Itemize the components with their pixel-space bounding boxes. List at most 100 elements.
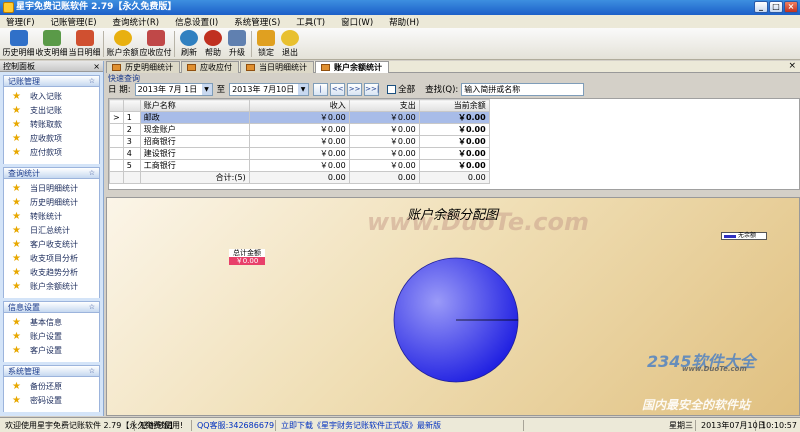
upgrade-button[interactable]: 升级 (225, 28, 249, 60)
nav-password-settings[interactable]: ★ 密码设置 (4, 394, 99, 408)
table-row[interactable]: > 1 邮政 ￥0.00 ￥0.00 ￥0.00 (109, 111, 490, 124)
star-icon: ★ (12, 331, 21, 342)
nav-receivables[interactable]: ★ 应收款项 (4, 132, 99, 146)
group-query-title[interactable]: 查询统计 ☆ (3, 167, 100, 179)
next-period-button[interactable]: >> (347, 82, 363, 96)
nav-customer-stats[interactable]: ★ 客户收支统计 (4, 238, 99, 252)
control-panel-header: 控制面板 × (0, 61, 103, 72)
table-row[interactable]: 5 工商银行 ￥0.00 ￥0.00 ￥0.00 (109, 159, 490, 172)
maximize-button[interactable]: □ (769, 1, 783, 13)
star-icon: ★ (12, 281, 21, 292)
last-period-button[interactable]: >>| (364, 82, 379, 96)
star-icon: ★ (12, 225, 21, 236)
date-to-picker[interactable]: 2013年 7月10日 ▼ (229, 82, 310, 96)
lock-button[interactable]: 锁定 (254, 28, 278, 60)
col-expense[interactable]: 支出 (348, 99, 420, 112)
nav-income-entry[interactable]: ★ 收入记账 (4, 90, 99, 104)
total-balance: 0.00 (418, 171, 490, 184)
nav-transfer[interactable]: ★ 转账取款 (4, 118, 99, 132)
tab-icon (112, 64, 121, 71)
dropdown-arrow-icon: ▼ (201, 83, 212, 95)
history-icon (9, 30, 28, 46)
date-from-picker[interactable]: 2013年 7月 1日 ▼ (134, 82, 213, 96)
nav-today-stats[interactable]: ★ 当日明细统计 (4, 182, 99, 196)
tab-icon (246, 64, 255, 71)
status-date: 2013年07月10日 (696, 419, 766, 431)
panel-close-button[interactable]: × (93, 61, 100, 72)
help-button[interactable]: 帮助 (201, 28, 225, 60)
menu-query[interactable]: 查询统计(R) (113, 16, 160, 28)
nav-backup-restore[interactable]: ★ 备份还原 (4, 380, 99, 394)
refresh-button[interactable]: 刷新 (177, 28, 201, 60)
income-expense-detail-button[interactable]: 收支明细 (35, 28, 68, 60)
group-settings-title[interactable]: 信息设置 ☆ (3, 301, 100, 313)
exit-button[interactable]: 退出 (278, 28, 302, 60)
minimize-button[interactable]: _ (754, 1, 768, 13)
menu-manage[interactable]: 管理(F) (6, 16, 35, 28)
col-account-name[interactable]: 账户名称 (139, 99, 250, 112)
status-thanks: 感谢您使用! (135, 419, 192, 431)
date-label: 日 期: (108, 85, 131, 95)
table-row[interactable]: 3 招商银行 ￥0.00 ￥0.00 ￥0.00 (109, 135, 490, 148)
nav-trend-analysis[interactable]: ★ 收支趋势分析 (4, 266, 99, 280)
menu-window[interactable]: 窗口(W) (341, 16, 373, 28)
status-download-link[interactable]: 立即下载《星宇财务记账软件正式版》最新版 (276, 419, 524, 431)
nav-balance-stats[interactable]: ★ 账户余额统计 (4, 280, 99, 294)
grid-header: 账户名称 收入 支出 当前余额 (109, 99, 490, 112)
nav-expense-entry[interactable]: ★ 支出记账 (4, 104, 99, 118)
star-icon: ★ (12, 211, 21, 222)
legend-swatch (724, 235, 736, 238)
nav-payables[interactable]: ★ 应付款项 (4, 146, 99, 160)
star-icon: ★ (12, 147, 21, 158)
table-row[interactable]: 4 建设银行 ￥0.00 ￥0.00 ￥0.00 (109, 147, 490, 160)
tab-close-button[interactable]: × (788, 61, 796, 71)
nav-transfer-stats[interactable]: ★ 转账统计 (4, 210, 99, 224)
lock-icon (257, 30, 275, 46)
nav-item-analysis[interactable]: ★ 收支项目分析 (4, 252, 99, 266)
tab-icon (187, 64, 196, 71)
tab-receivable-payable[interactable]: 应收应付 (181, 61, 239, 73)
account-balance-grid: 账户名称 收入 支出 当前余额 > 1 邮政 ￥0.00 ￥0.00 ￥0.00… (108, 98, 800, 190)
prev-period-button[interactable]: << (330, 82, 346, 96)
menu-bookkeeping[interactable]: 记账管理(E) (51, 16, 97, 28)
close-button[interactable]: × (784, 1, 798, 13)
group-bookkeeping-title[interactable]: 记账管理 ☆ (3, 75, 100, 87)
star-icon: ★ (12, 395, 21, 406)
menu-info-settings[interactable]: 信息设置(I) (175, 16, 218, 28)
group-settings: ★ 基本信息 ★ 账户设置 ★ 客户设置 (3, 313, 100, 362)
chart-title: 账户余额分配图 (407, 208, 499, 223)
table-row[interactable]: 2 现金账户 ￥0.00 ￥0.00 ￥0.00 (109, 123, 490, 136)
status-welcome: 欢迎使用星宇免费记账软件 2.79【永久免费版】 (0, 419, 177, 431)
nav-history-stats[interactable]: ★ 历史明细统计 (4, 196, 99, 210)
legend-label: 无余额 (738, 232, 757, 239)
nav-account-settings[interactable]: ★ 账户设置 (4, 330, 99, 344)
account-balance-button[interactable]: 账户余额 (106, 28, 139, 60)
search-input[interactable]: 输入简拼或名称 (461, 82, 585, 96)
status-qq-support[interactable]: QQ客服:342686679 (192, 419, 276, 431)
col-balance[interactable]: 当前余额 (418, 99, 490, 112)
group-system-title[interactable]: 系统管理 ☆ (3, 365, 100, 377)
menu-system[interactable]: 系统管理(S) (234, 16, 280, 28)
collapse-icon: ☆ (88, 77, 95, 85)
tab-history-stats[interactable]: 历史明细统计 (106, 61, 180, 73)
nav-basic-info[interactable]: ★ 基本信息 (4, 316, 99, 330)
menu-help[interactable]: 帮助(H) (389, 16, 419, 28)
col-income[interactable]: 收入 (248, 99, 350, 112)
all-checkbox[interactable] (387, 84, 397, 94)
star-icon: ★ (12, 197, 21, 208)
toolbar-separator (103, 31, 104, 57)
menu-tools[interactable]: 工具(T) (296, 16, 325, 28)
history-detail-button[interactable]: 历史明细 (2, 28, 35, 60)
total-amount-label: 总计金额 ￥0.00 (229, 249, 265, 267)
ledger-icon (42, 30, 61, 46)
nav-customer-settings[interactable]: ★ 客户设置 (4, 344, 99, 358)
row-indicator: > (109, 111, 124, 124)
tab-balance-stats[interactable]: 账户余额统计 (315, 61, 389, 73)
receivable-payable-button[interactable]: 应收应付 (139, 28, 172, 60)
tab-today-stats[interactable]: 当日明细统计 (240, 61, 314, 73)
pie-chart (393, 257, 519, 383)
first-period-button[interactable]: |<< (313, 82, 329, 104)
today-detail-button[interactable]: 当日明细 (68, 28, 101, 60)
help-icon (204, 30, 222, 46)
nav-daily-summary[interactable]: ★ 日汇总统计 (4, 224, 99, 238)
